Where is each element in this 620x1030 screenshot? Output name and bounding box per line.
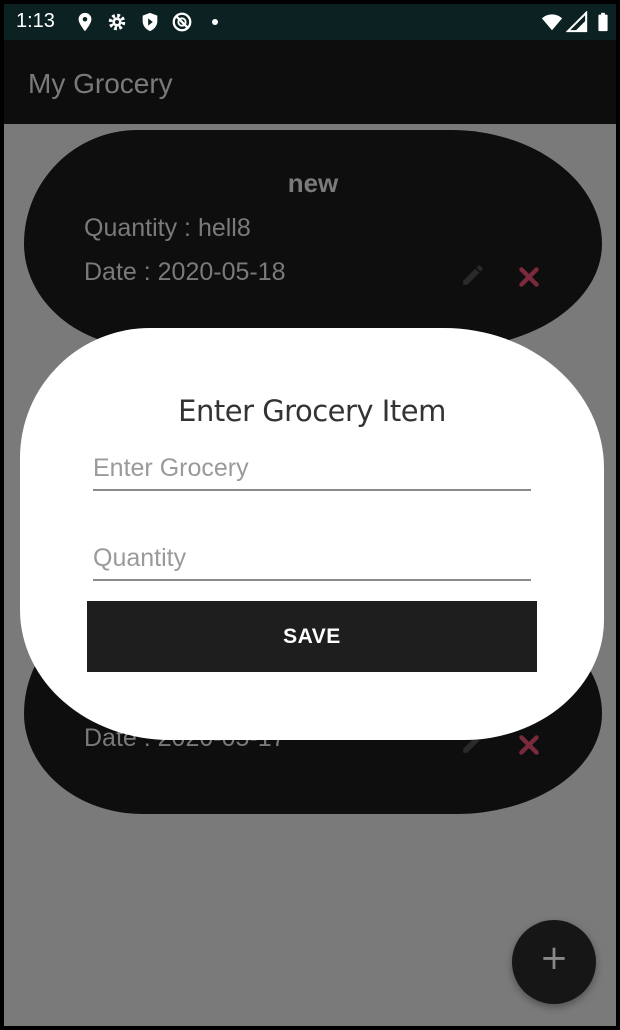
status-bar: 1:13 xyxy=(4,4,616,40)
delete-x-icon[interactable] xyxy=(516,732,542,758)
grocery-date: Date : 2020-05-18 xyxy=(84,258,286,286)
settings-gear-icon xyxy=(108,13,126,31)
grocery-card[interactable]: new Quantity : hell8 Date : 2020-05-18 xyxy=(24,130,602,348)
status-time: 1:13 xyxy=(16,10,55,32)
screen: 1:13 My Grocery new Quantity : hell8 Dat… xyxy=(4,4,616,1026)
edit-pencil-icon[interactable] xyxy=(460,262,486,288)
save-button[interactable]: SAVE xyxy=(87,601,537,672)
app-title: My Grocery xyxy=(28,68,173,99)
do-not-disturb-icon xyxy=(172,12,192,32)
grocery-name-input[interactable] xyxy=(93,454,531,491)
grocery-quantity: Quantity : hell8 xyxy=(84,214,251,242)
app-bar: My Grocery xyxy=(4,40,616,124)
cell-signal-icon xyxy=(566,11,588,33)
add-grocery-dialog: Enter Grocery Item SAVE xyxy=(20,328,604,740)
delete-x-icon[interactable] xyxy=(516,264,542,290)
notification-dot xyxy=(212,19,218,25)
location-icon xyxy=(78,12,92,32)
battery-icon xyxy=(598,12,608,32)
grocery-name: new xyxy=(287,168,339,198)
wifi-icon xyxy=(541,14,563,31)
quantity-input[interactable] xyxy=(93,544,531,581)
plus-icon: + xyxy=(539,938,569,978)
dialog-title: Enter Grocery Item xyxy=(178,394,446,428)
shield-play-icon xyxy=(142,12,158,32)
add-item-fab[interactable]: + xyxy=(512,920,596,1004)
